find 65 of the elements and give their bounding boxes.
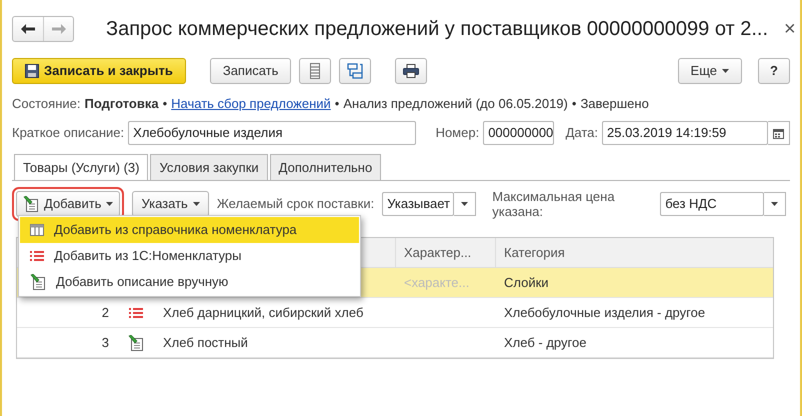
list-icon [310, 63, 320, 79]
table-cell-text: <характе... [404, 274, 470, 292]
status-step: Подготовка [84, 94, 159, 114]
caret-icon [461, 202, 468, 206]
menu-item[interactable]: Добавить описание вручную [20, 269, 359, 295]
delivery-field[interactable]: Указывает [382, 192, 454, 216]
field-label: Максимальная цена указана: [492, 189, 616, 219]
price-field[interactable]: без НДС [660, 192, 764, 216]
number-field[interactable]: 000000000 [483, 121, 554, 145]
status-step: Завершено [580, 94, 649, 114]
dropdown-button[interactable] [454, 192, 476, 216]
structure-button[interactable] [339, 58, 372, 84]
table-cell-text: Слойки [504, 274, 549, 292]
column-header[interactable]: Категория [495, 238, 773, 267]
forward-arrow-icon [52, 24, 66, 34]
menu-item[interactable]: Добавить из 1С:Номенклатуры [20, 243, 359, 269]
caret-icon [192, 202, 200, 206]
table-cell-text: Хлеб постный [163, 334, 248, 352]
tab[interactable]: Товары (Услуги) (3) [14, 154, 148, 181]
close-button[interactable]: × [784, 19, 796, 39]
status-step: Анализ предложений (до 06.05.2019) [343, 94, 568, 114]
save-icon [25, 64, 39, 78]
status-link[interactable]: Начать сбор предложений [171, 94, 331, 114]
calendar-button[interactable] [768, 121, 790, 145]
list-button[interactable] [299, 58, 332, 84]
specify-button[interactable]: Указать [132, 191, 209, 217]
separator: • [572, 95, 576, 114]
separator: • [334, 95, 340, 114]
dropdown-button[interactable] [764, 192, 786, 216]
table-cell-text: 2 [102, 304, 109, 322]
window-title: Запрос коммерческих предложений у поставщиков 00000000099 от 2... [106, 17, 768, 42]
caret-icon [106, 202, 114, 206]
print-button[interactable] [395, 58, 428, 84]
more-button[interactable]: Еще [678, 58, 742, 84]
tab[interactable]: Дополнительно [270, 154, 382, 180]
table-cell-text: Хлеб дарницкий, сибирский хлеб [163, 304, 364, 322]
caret-icon [771, 202, 778, 206]
tab[interactable]: Условия закупки [150, 154, 268, 180]
menu-item[interactable]: Добавить из справочника номенклатура [20, 217, 359, 243]
document-pencil-icon [23, 196, 39, 212]
field-label: Желаемый срок поставки: [216, 195, 374, 214]
table-cell-text: Хлебобулочные изделия - другое [504, 304, 706, 322]
status-label: Состояние: [12, 95, 80, 114]
structure-icon [347, 63, 364, 79]
table-row[interactable]: 2 Хлеб дарницкий, сибирский хлеб Хлебобулочные изделия - другое [17, 298, 773, 328]
table-icon [30, 224, 44, 236]
document-pencil-icon [30, 274, 46, 290]
help-button[interactable]: ? [758, 58, 790, 84]
table-cell-text: 3 [102, 334, 109, 352]
calendar-icon [773, 128, 784, 138]
separator: • [162, 95, 168, 114]
save-button[interactable]: Записать [210, 58, 292, 84]
field-label: Краткое описание: [12, 124, 124, 142]
column-header[interactable]: Характер... [395, 238, 495, 267]
back-arrow-icon [21, 24, 35, 34]
table-row[interactable]: 3 Хлеб постный Хлеб - другое [17, 328, 773, 358]
caret-icon [722, 69, 729, 73]
field-label: Номер: [436, 124, 480, 142]
printer-icon [403, 64, 420, 78]
save-and-close-button[interactable]: Записать и закрыть [12, 58, 186, 84]
description-field[interactable]: Хлебобулочные изделия [128, 121, 416, 145]
date-field[interactable]: 25.03.2019 14:19:59 [602, 121, 768, 145]
field-label: Дата: [566, 124, 598, 142]
list-icon [30, 250, 44, 262]
table-cell-text: Хлеб - другое [504, 334, 586, 352]
